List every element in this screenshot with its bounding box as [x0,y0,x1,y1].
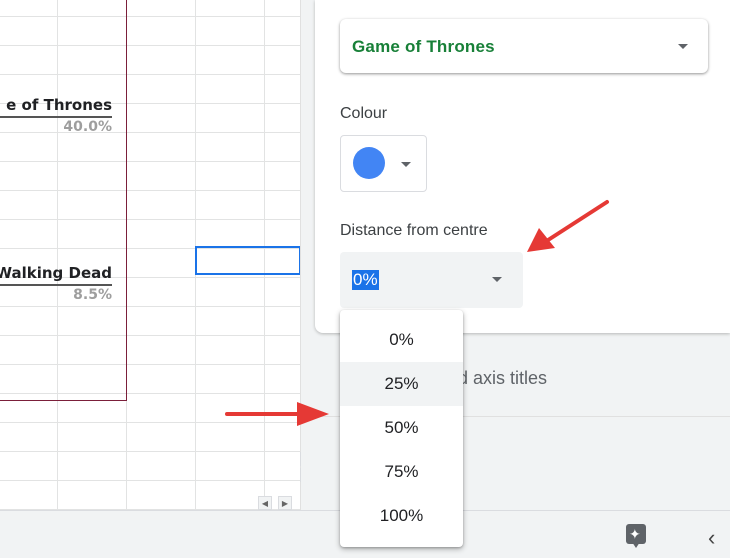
chart-label-name: e of Thrones [6,96,112,114]
chart-label-walking-dead: Walking Dead 8.5% [0,264,112,303]
pie-chart[interactable] [0,0,127,401]
dropdown-option-25[interactable]: 25% [340,362,463,406]
selected-cell[interactable] [195,246,300,275]
dropdown-option-75[interactable]: 75% [340,450,463,494]
series-select[interactable]: Game of Thrones [340,19,708,73]
series-select-value: Game of Thrones [352,37,495,56]
chart-label-percent: 40.0% [63,119,112,135]
distance-select-value: 0% [352,270,379,290]
scroll-right-icon[interactable]: ▶ [278,496,292,510]
dropdown-option-50[interactable]: 50% [340,406,463,450]
distance-from-centre-label: Distance from centre [340,222,488,239]
dropdown-option-100[interactable]: 100% [340,494,463,538]
chevron-left-icon[interactable]: ‹ [708,524,715,552]
colour-swatch [353,147,385,179]
chart-label-underline [0,116,112,118]
chart-label-game-of-thrones: e of Thrones 40.0% [0,96,112,135]
chevron-down-icon [492,277,502,282]
spreadsheet-grid[interactable]: e of Thrones 40.0% Walking Dead 8.5% [0,0,301,510]
annotation-arrow-icon [527,200,609,252]
chevron-down-icon [401,162,411,167]
dropdown-option-0[interactable]: 0% [340,318,463,362]
chart-label-underline [0,284,112,286]
annotation-arrow-icon [225,402,329,426]
distance-dropdown-menu[interactable]: 0% 25% 50% 75% 100% [340,310,463,547]
colour-picker-button[interactable] [340,135,427,192]
chart-label-name: Walking Dead [0,264,112,282]
explore-button[interactable]: ✦ [622,522,650,550]
chevron-down-icon [678,44,688,49]
scroll-left-icon[interactable]: ◀ [258,496,272,510]
sparkle-icon: ✦ [629,526,641,542]
distance-from-centre-select[interactable]: 0% [340,252,523,308]
chart-label-percent: 8.5% [73,287,112,303]
colour-label: Colour [340,105,388,122]
